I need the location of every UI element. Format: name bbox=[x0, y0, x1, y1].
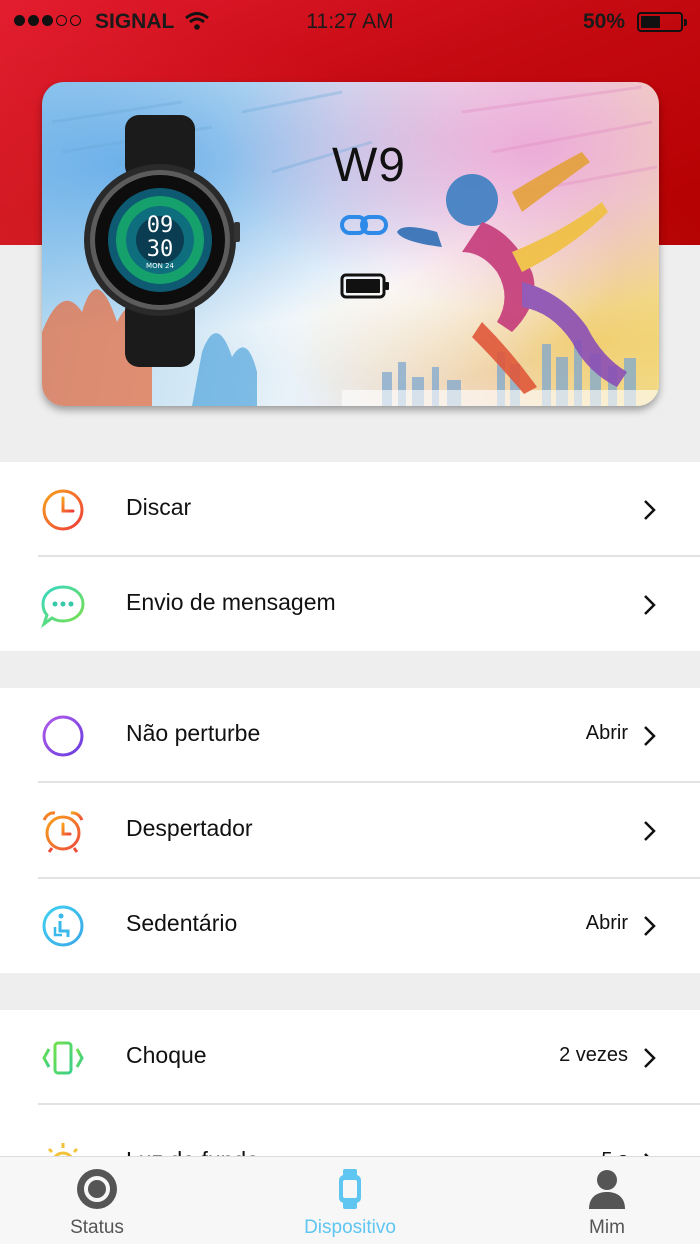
row-label: Sedentário bbox=[126, 910, 238, 936]
row-value: 5 s bbox=[601, 1149, 628, 1156]
device-banner[interactable]: 09 30 MON 24 W9 bbox=[42, 82, 659, 406]
row-label: Envio de mensagem bbox=[126, 589, 336, 615]
tab-dispositivo[interactable]: Dispositivo bbox=[250, 1157, 450, 1244]
row-label: Discar bbox=[126, 494, 192, 520]
battery-percent: 50% bbox=[583, 10, 626, 33]
row-discar[interactable]: Discar bbox=[0, 462, 700, 556]
svg-text:30: 30 bbox=[147, 237, 174, 262]
banner-artwork: 09 30 MON 24 bbox=[42, 85, 659, 406]
backlight-sun-icon bbox=[40, 1140, 86, 1156]
row-label: Despertador bbox=[126, 815, 253, 841]
tab-label: Mim bbox=[589, 1217, 625, 1238]
row-nao-perturbe[interactable]: Não perturbe Abrir bbox=[0, 688, 700, 782]
tab-label: Status bbox=[70, 1217, 124, 1238]
bottom-tab-bar: Status Dispositivo Mim bbox=[0, 1156, 700, 1244]
row-choque[interactable]: Choque 2 vezes bbox=[0, 1010, 700, 1104]
chevron-right-icon bbox=[640, 1046, 660, 1070]
row-label: Luz de fundo bbox=[126, 1147, 259, 1156]
row-label: Choque bbox=[126, 1042, 207, 1068]
tab-status[interactable]: Status bbox=[0, 1157, 197, 1244]
row-divider bbox=[38, 1103, 700, 1105]
tab-mim[interactable]: Mim bbox=[507, 1157, 700, 1244]
row-luz-de-fundo[interactable]: Luz de fundo 5 s bbox=[0, 1115, 700, 1156]
settings-group-alerts: Não perturbe Abrir Despertador Sedentári… bbox=[0, 688, 700, 973]
row-value: Abrir bbox=[585, 912, 628, 934]
vibration-icon bbox=[40, 1035, 86, 1081]
row-value: Abrir bbox=[585, 722, 628, 744]
row-value: 2 vezes bbox=[559, 1044, 628, 1066]
alarm-clock-icon bbox=[40, 808, 86, 854]
row-envio-mensagem[interactable]: Envio de mensagem bbox=[0, 557, 700, 651]
chevron-right-icon bbox=[640, 593, 660, 617]
watch-icon bbox=[328, 1167, 372, 1216]
chevron-right-icon bbox=[640, 724, 660, 748]
sedentary-icon bbox=[40, 903, 86, 949]
status-ring-icon bbox=[75, 1167, 119, 1216]
device-name: W9 bbox=[332, 139, 406, 192]
chevron-right-icon bbox=[640, 498, 660, 522]
row-label: Não perturbe bbox=[126, 720, 261, 746]
message-bubble-icon bbox=[40, 582, 86, 629]
person-icon bbox=[585, 1167, 629, 1216]
settings-group-device: Choque 2 vezes Luz de fundo 5 s bbox=[0, 1010, 700, 1156]
chevron-right-icon bbox=[640, 914, 660, 938]
do-not-disturb-icon bbox=[40, 713, 86, 759]
svg-text:09: 09 bbox=[147, 213, 174, 238]
tab-label: Dispositivo bbox=[304, 1217, 396, 1238]
chevron-right-icon bbox=[640, 819, 660, 843]
row-sedentario[interactable]: Sedentário Abrir bbox=[0, 878, 700, 972]
status-battery-icon bbox=[637, 12, 687, 32]
row-despertador[interactable]: Despertador bbox=[0, 783, 700, 877]
status-bar: SIGNAL 11:27 AM 50% bbox=[0, 0, 700, 44]
clock-icon bbox=[40, 487, 86, 533]
svg-text:MON 24: MON 24 bbox=[146, 262, 174, 270]
settings-group-call: Discar Envio de mensagem bbox=[0, 462, 700, 651]
